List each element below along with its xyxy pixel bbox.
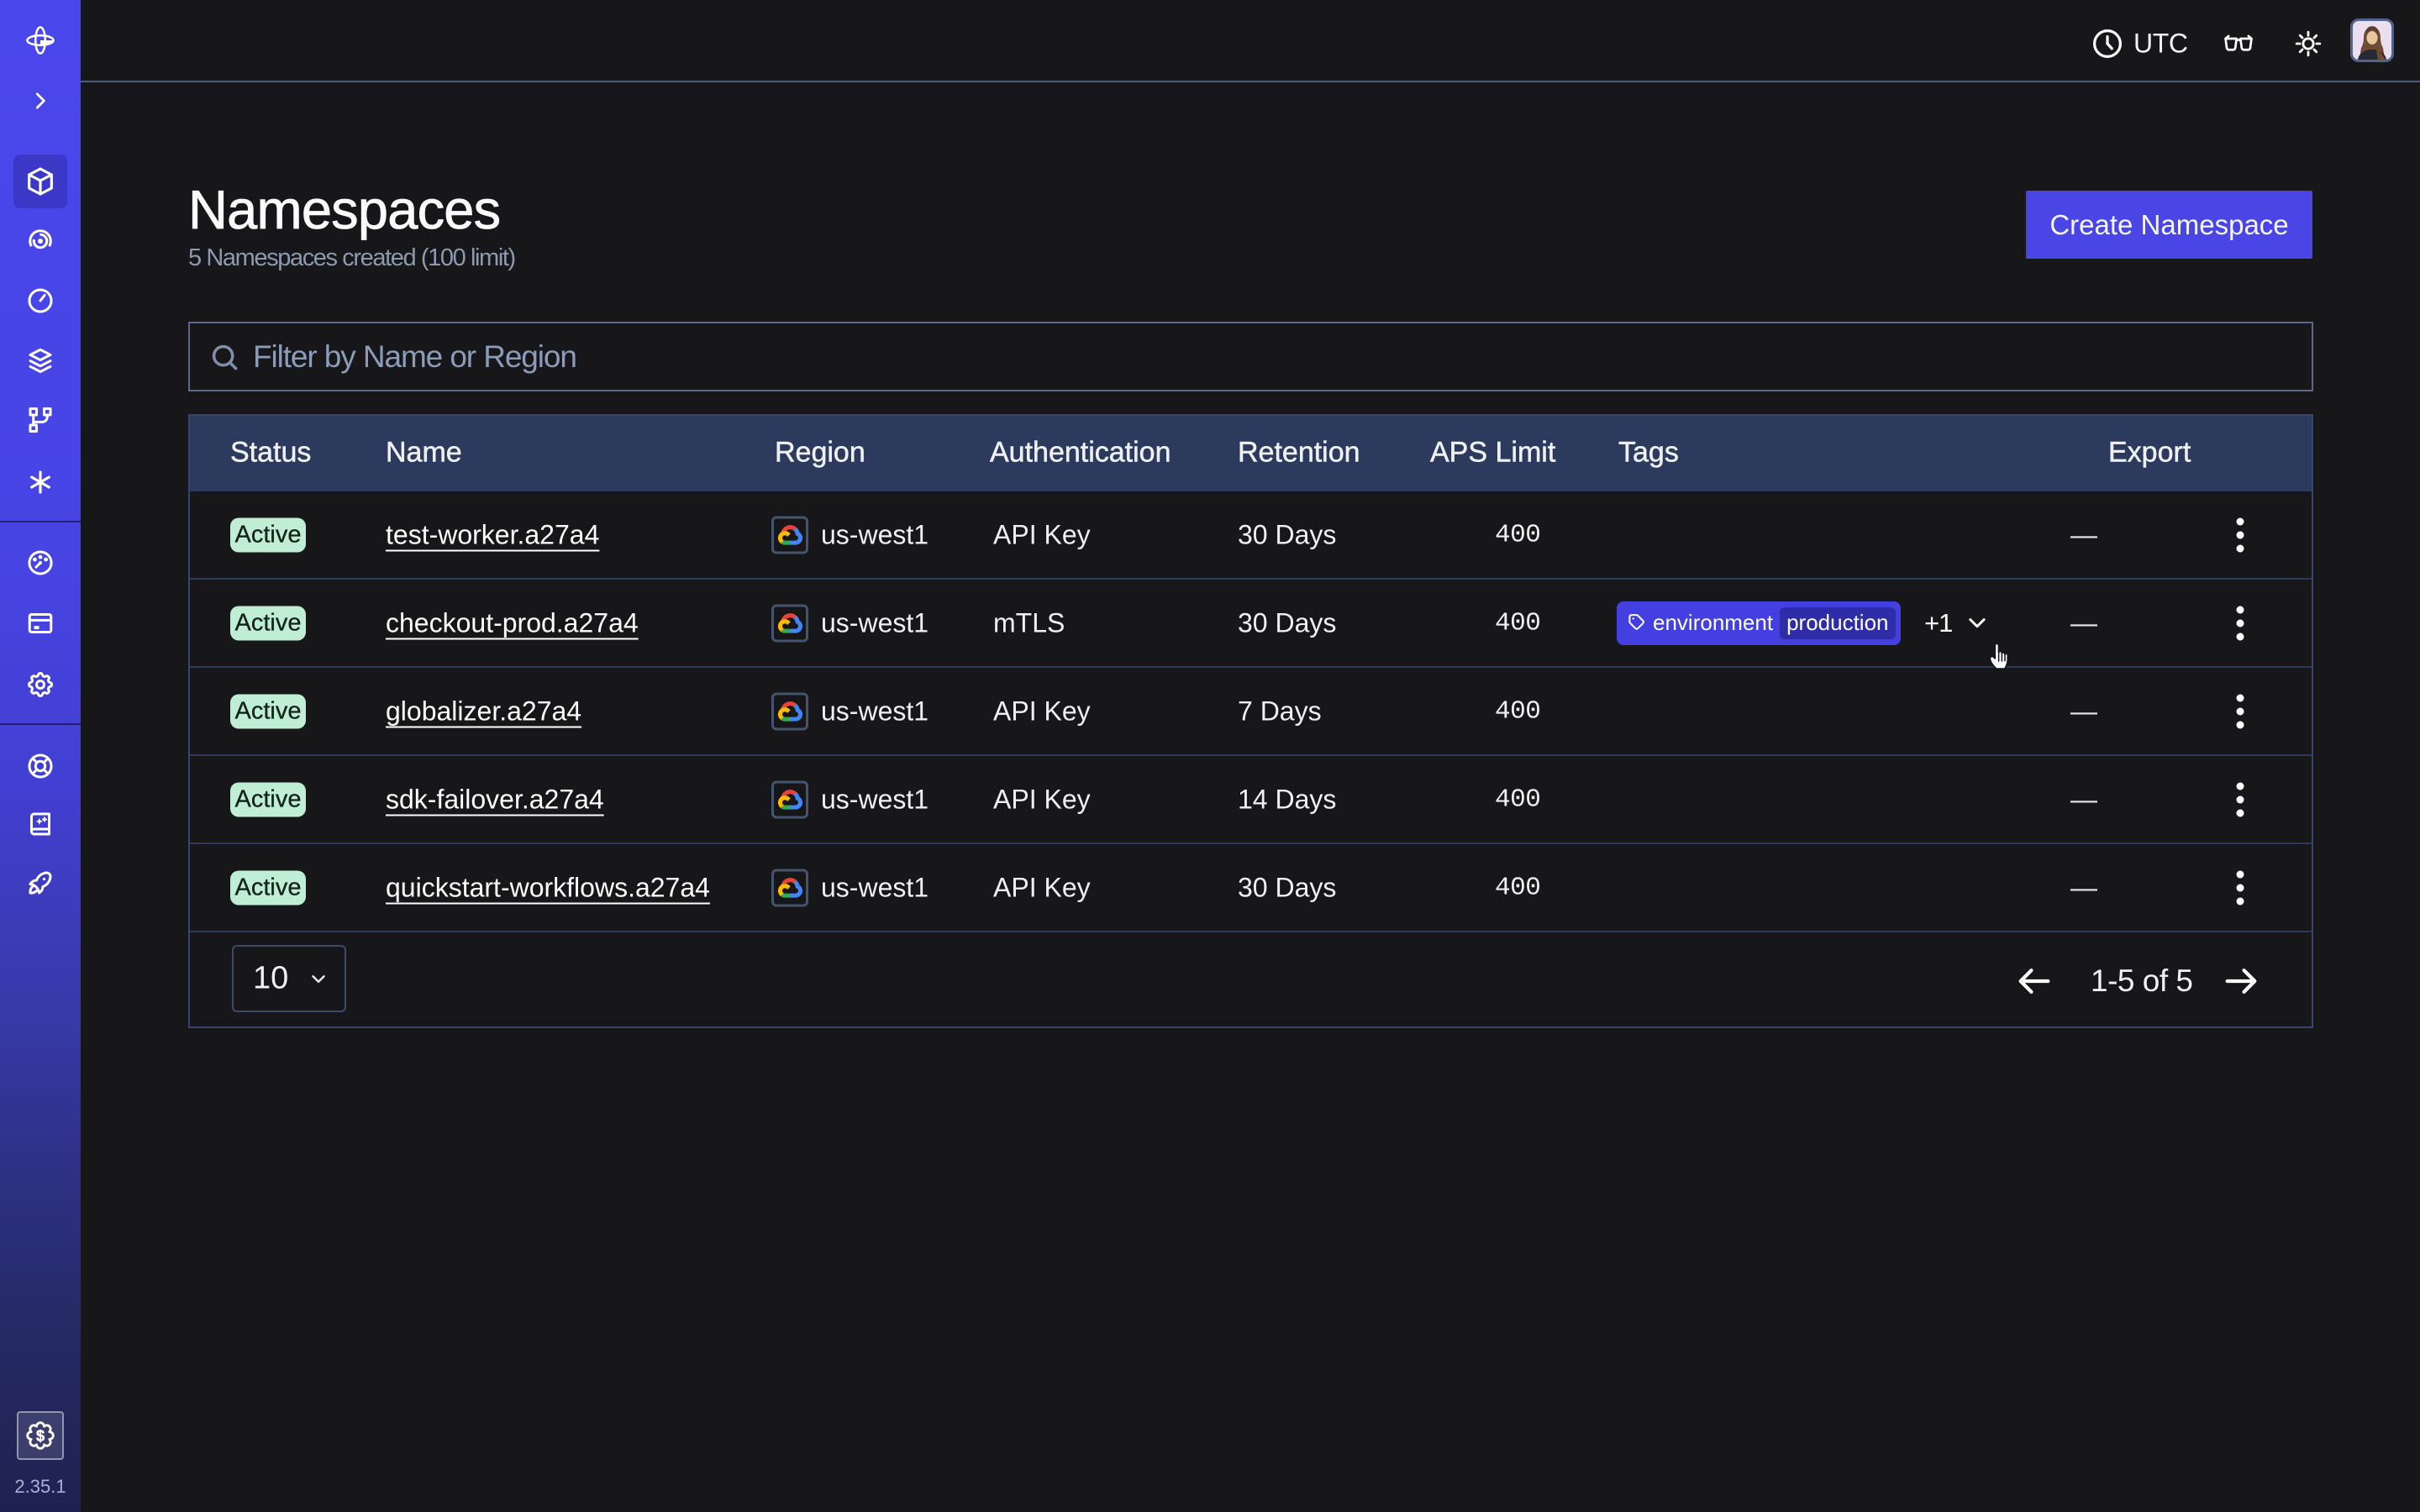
svg-text:$: $: [36, 1427, 45, 1444]
